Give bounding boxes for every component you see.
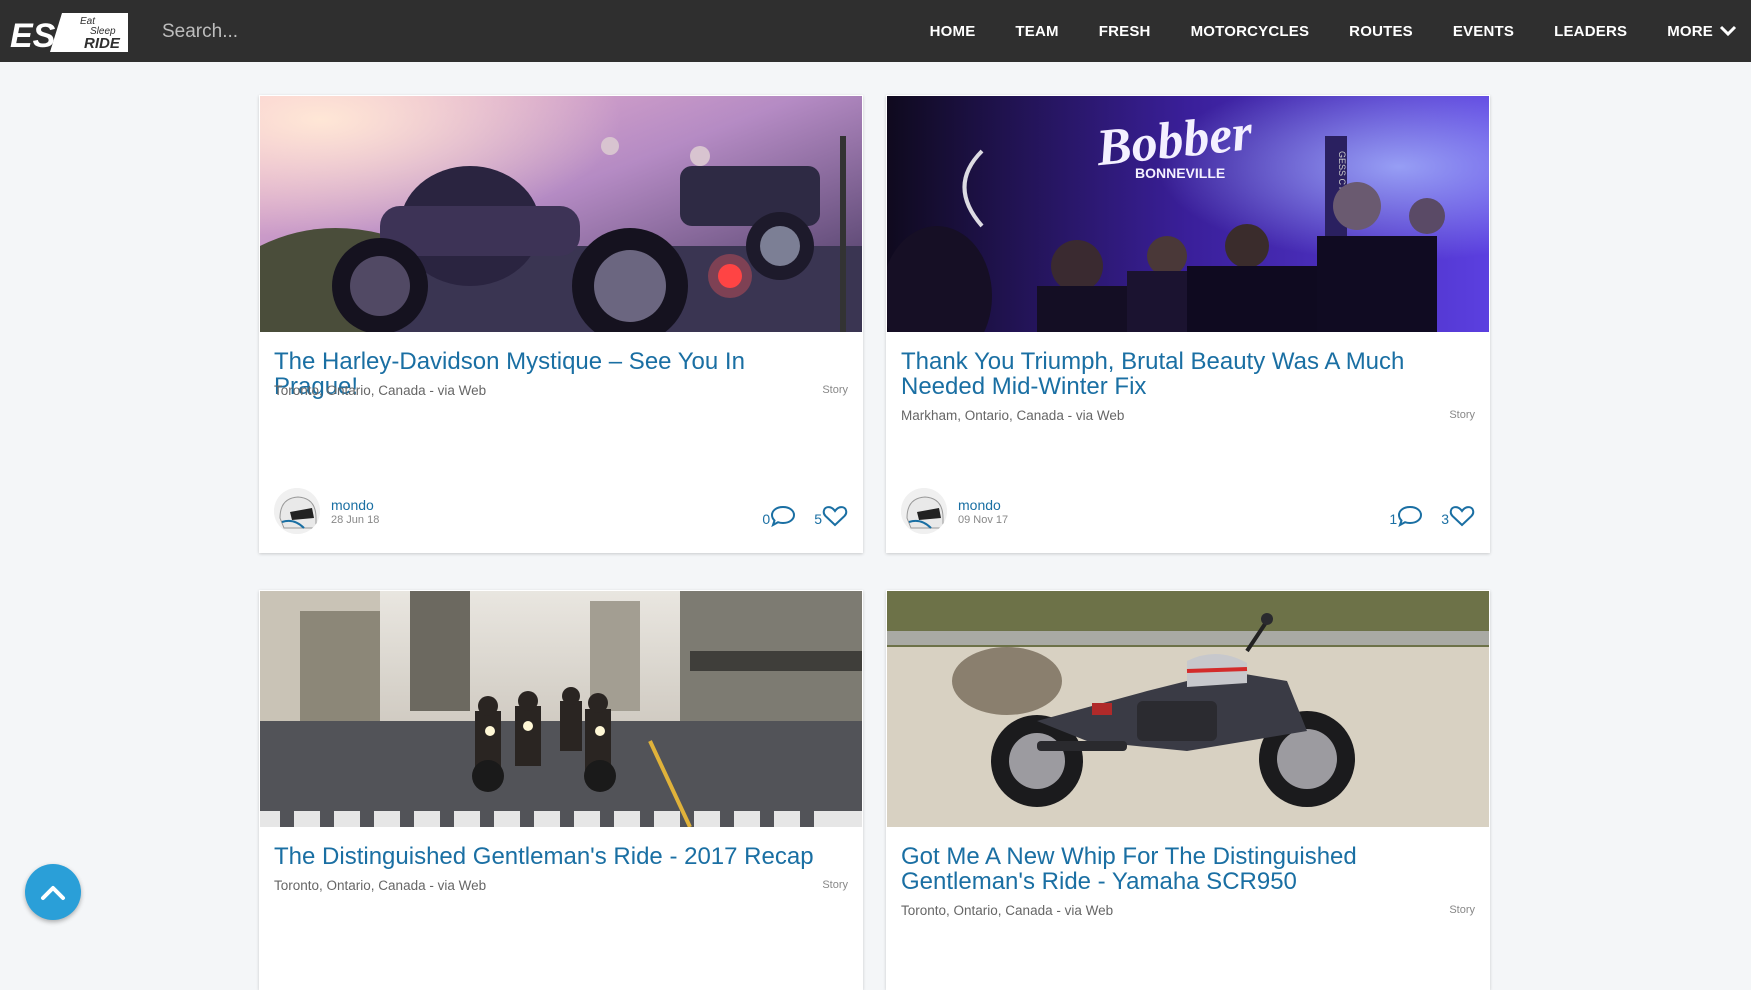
nav-home[interactable]: HOME [930, 23, 976, 40]
helmet-icon [901, 488, 947, 534]
top-navigation-bar: ESR Eat Sleep RIDE HOME TEAM FRESH MOTOR… [0, 0, 1751, 62]
chevron-up-icon [41, 886, 65, 900]
card-image[interactable]: Bobber BONNEVILLE GESS CYCLE [887, 96, 1489, 332]
comment-count: 1 [1389, 511, 1398, 527]
card-title[interactable]: The Distinguished Gentleman's Ride - 201… [274, 844, 814, 869]
nav-more[interactable]: MORE [1667, 23, 1737, 40]
like-count: 5 [814, 511, 822, 527]
comment-count: 0 [762, 511, 771, 527]
search-input[interactable] [160, 14, 724, 50]
card-title[interactable]: Got Me A New Whip For The Distinguished … [901, 844, 1441, 894]
nav-team[interactable]: TEAM [1015, 23, 1058, 40]
card-location: Toronto, Ontario, Canada - via Web [274, 878, 487, 893]
svg-text:ESR: ESR [10, 17, 80, 55]
post-date: 28 Jun 18 [331, 514, 380, 526]
story-card: The Distinguished Gentleman's Ride - 201… [259, 590, 863, 990]
card-stats: 0 5 [762, 505, 848, 527]
helmet-icon [274, 488, 320, 534]
card-stats: 1 3 [1389, 505, 1475, 527]
story-card: The Harley-Davidson Mystique – See You I… [259, 95, 863, 553]
likes-button[interactable]: 5 [814, 505, 848, 527]
chevron-down-icon [1719, 25, 1737, 37]
likes-button[interactable]: 3 [1441, 505, 1475, 527]
comments-button[interactable]: 0 [762, 505, 796, 527]
main-nav: HOME TEAM FRESH MOTORCYCLES ROUTES EVENT… [910, 0, 1751, 62]
card-image[interactable] [260, 591, 862, 827]
avatar[interactable] [901, 488, 947, 534]
author-name[interactable]: mondo [331, 497, 374, 513]
card-type-badge: Story [822, 384, 848, 396]
heart-icon [822, 506, 848, 527]
scroll-to-top-button[interactable] [25, 864, 81, 920]
comment-bubble-icon [771, 505, 796, 527]
card-type-badge: Story [1449, 409, 1475, 421]
comments-button[interactable]: 1 [1389, 505, 1423, 527]
story-card: Got Me A New Whip For The Distinguished … [886, 590, 1490, 990]
nav-leaders[interactable]: LEADERS [1554, 23, 1627, 40]
card-image[interactable] [887, 591, 1489, 827]
nav-more-label: MORE [1667, 22, 1713, 40]
comment-bubble-icon [1398, 505, 1423, 527]
story-card: Bobber BONNEVILLE GESS CYCLE Thank You T… [886, 95, 1490, 553]
nav-routes[interactable]: ROUTES [1349, 23, 1413, 40]
card-type-badge: Story [822, 879, 848, 891]
author-block: mondo 28 Jun 18 [274, 488, 574, 538]
nav-motorcycles[interactable]: MOTORCYCLES [1191, 23, 1310, 40]
heart-icon [1449, 506, 1475, 527]
author-name[interactable]: mondo [958, 497, 1001, 513]
card-type-badge: Story [1449, 904, 1475, 916]
author-block: mondo 09 Nov 17 [901, 488, 1201, 538]
post-date: 09 Nov 17 [958, 514, 1009, 526]
card-location: Toronto, Ontario, Canada - via Web [274, 383, 487, 398]
card-image[interactable] [260, 96, 862, 332]
card-location: Toronto, Ontario, Canada - via Web [901, 903, 1114, 918]
svg-text:BONNEVILLE: BONNEVILLE [1135, 165, 1225, 181]
nav-fresh[interactable]: FRESH [1099, 23, 1151, 40]
svg-text:RIDE: RIDE [84, 35, 121, 52]
like-count: 3 [1441, 511, 1449, 527]
nav-events[interactable]: EVENTS [1453, 23, 1514, 40]
avatar[interactable] [274, 488, 320, 534]
card-location: Markham, Ontario, Canada - via Web [901, 408, 1125, 423]
card-title[interactable]: Thank You Triumph, Brutal Beauty Was A M… [901, 349, 1441, 399]
esr-logo[interactable]: ESR Eat Sleep RIDE [10, 10, 132, 55]
